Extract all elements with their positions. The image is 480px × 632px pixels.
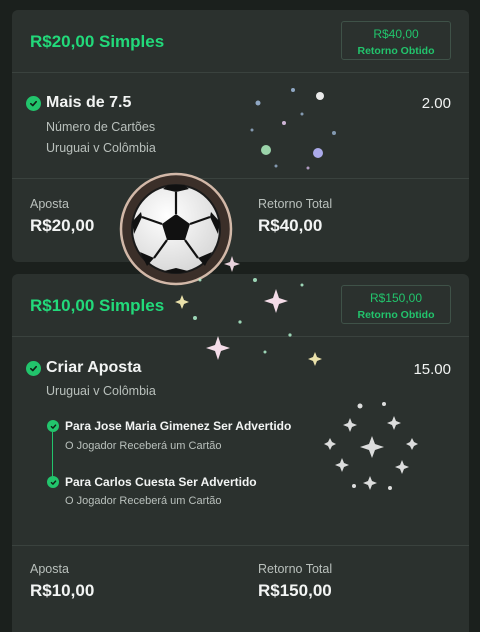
check-circle-icon [47, 476, 59, 488]
divider [12, 178, 469, 179]
total-return-label: Retorno Total [258, 197, 333, 211]
return-label: Retorno Obtido [357, 45, 435, 57]
selection-match: Uruguai v Colômbia [46, 141, 156, 155]
stake-label: Aposta [30, 197, 69, 211]
selection-title: Mais de 7.5 [46, 94, 132, 111]
return-amount: R$40,00 [373, 27, 419, 41]
bet-card-header: R$20,00 Simples R$40,00 Retorno Obtido [12, 10, 469, 73]
leg-title: Para Jose Maria Gimenez Ser Advertido [65, 419, 292, 433]
stake-label: Aposta [30, 562, 69, 576]
total-return-label: Retorno Total [258, 562, 333, 576]
return-label: Retorno Obtido [357, 309, 435, 321]
total-return-value: R$150,00 [258, 581, 332, 600]
bet-title: R$20,00 Simples [30, 32, 165, 51]
legs-connector-line [52, 432, 53, 482]
selection-title: Criar Aposta [46, 359, 142, 376]
soccer-ball-icon [119, 172, 233, 286]
return-badge: R$150,00 Retorno Obtido [341, 285, 451, 324]
return-amount: R$150,00 [369, 291, 423, 305]
stake-value: R$10,00 [30, 581, 95, 600]
selection-market: Número de Cartões [46, 120, 156, 134]
leg-subtitle: O Jogador Receberá um Cartão [65, 440, 222, 452]
selection-odds: 15.00 [413, 361, 451, 378]
check-circle-icon [26, 96, 41, 111]
total-return-value: R$40,00 [258, 216, 323, 235]
bet-title: R$10,00 Simples [30, 296, 165, 315]
bet-card-header: R$10,00 Simples R$150,00 Retorno Obtido [12, 274, 469, 337]
return-badge: R$40,00 Retorno Obtido [341, 21, 451, 60]
stake-value: R$20,00 [30, 216, 95, 235]
check-circle-icon [47, 420, 59, 432]
leg-subtitle: O Jogador Receberá um Cartão [65, 495, 222, 507]
selection-match: Uruguai v Colômbia [46, 384, 156, 398]
check-circle-icon [26, 361, 41, 376]
divider [12, 545, 469, 546]
selection-odds: 2.00 [421, 95, 451, 112]
leg-title: Para Carlos Cuesta Ser Advertido [65, 475, 257, 489]
bet-card-2[interactable]: R$10,00 Simples R$150,00 Retorno Obtido … [12, 274, 469, 632]
bet-card-1[interactable]: R$20,00 Simples R$40,00 Retorno Obtido M… [12, 10, 469, 262]
